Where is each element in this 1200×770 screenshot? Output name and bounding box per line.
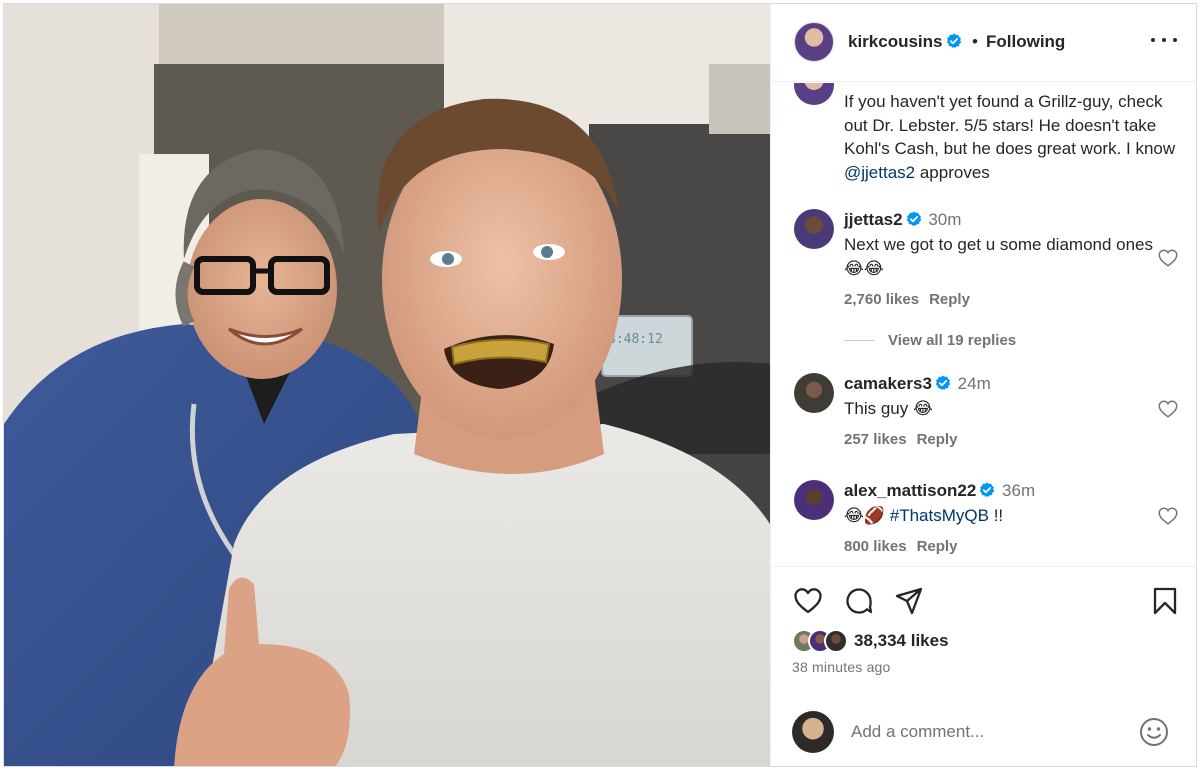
comment-meta: 2,760 likes Reply — [844, 291, 970, 308]
post-timestamp[interactable]: 38 minutes ago — [792, 659, 891, 675]
verified-icon — [935, 375, 951, 390]
bookmark-icon[interactable] — [1149, 585, 1181, 617]
comment-text: This guy 😂 — [844, 399, 933, 418]
comment-time[interactable]: 30m — [928, 210, 961, 229]
post-caption: If you haven't yet found a Grillz-guy, c… — [844, 90, 1184, 184]
post-photo[interactable]: 3:48:12 — [4, 4, 770, 766]
commenter-username[interactable]: jjettas2 — [844, 210, 903, 229]
comments-list[interactable]: If you haven't yet found a Grillz-guy, c… — [771, 83, 1196, 565]
comment-time[interactable]: 36m — [1002, 481, 1035, 500]
comment-time[interactable]: 24m — [958, 374, 991, 393]
comment-text: Next we got to get u some diamond ones😂😂 — [844, 235, 1154, 278]
comment-meta: 257 likes Reply — [844, 431, 957, 448]
emoji-icon[interactable] — [1139, 717, 1169, 747]
like-comment-heart-icon[interactable] — [1157, 505, 1179, 527]
likes-count[interactable]: 38,334 likes — [854, 631, 949, 651]
comment-emoji: 😂🏈 — [844, 506, 890, 525]
reply-button[interactable]: Reply — [929, 291, 970, 308]
comment-icon[interactable] — [843, 585, 875, 617]
comment-text: 😂🏈 #ThatsMyQB !! — [844, 504, 1154, 528]
view-replies-button[interactable]: View all 19 replies — [844, 332, 1016, 349]
commenter-avatar[interactable] — [794, 209, 834, 249]
post-side-panel: kirkcousins • Following If you haven't y… — [770, 4, 1196, 766]
author-username-row[interactable]: kirkcousins — [848, 32, 962, 52]
commenter-username[interactable]: camakers3 — [844, 374, 932, 393]
verified-icon — [906, 211, 921, 226]
hashtag-link[interactable]: #ThatsMyQB — [890, 506, 989, 525]
more-options-icon[interactable] — [1151, 30, 1177, 50]
reply-button[interactable]: Reply — [917, 431, 958, 448]
like-comment-heart-icon[interactable] — [1157, 247, 1179, 269]
post-modal: 3:48:12 kirkcousins • Following If you h… — [3, 3, 1197, 767]
caption-text-end: approves — [915, 162, 990, 182]
comment-header: jjettas2 30m — [844, 210, 961, 230]
likes-row[interactable]: 38,334 likes — [792, 627, 949, 655]
verified-icon — [946, 33, 961, 48]
author-username[interactable]: kirkcousins — [848, 32, 943, 51]
like-comment-heart-icon[interactable] — [1157, 398, 1179, 420]
add-comment-bar: Add a comment... — [771, 707, 1196, 766]
comment-header: alex_mattison22 36m — [844, 481, 1035, 501]
author-avatar[interactable] — [794, 22, 834, 62]
caption-mention-link[interactable]: @jjettas2 — [844, 163, 915, 182]
replies-divider — [844, 340, 874, 341]
comment-likes[interactable]: 800 likes — [844, 538, 907, 555]
comment-header: camakers3 24m — [844, 374, 991, 394]
commenter-username[interactable]: alex_mattison22 — [844, 481, 976, 500]
post-header: kirkcousins • Following — [771, 4, 1196, 82]
current-user-avatar — [792, 711, 834, 753]
comment-input[interactable]: Add a comment... — [851, 722, 984, 742]
verified-icon — [980, 482, 995, 497]
photo-illustration: 3:48:12 — [4, 4, 770, 766]
view-replies-label[interactable]: View all 19 replies — [888, 332, 1016, 349]
comment-likes[interactable]: 2,760 likes — [844, 291, 919, 308]
following-button[interactable]: Following — [986, 32, 1065, 52]
caption-author-avatar[interactable] — [794, 83, 834, 105]
comment-text-end: !! — [988, 506, 1004, 525]
comment-likes[interactable]: 257 likes — [844, 431, 907, 448]
photo-clock: 3:48:12 — [608, 332, 663, 347]
commenter-avatar[interactable] — [794, 373, 834, 413]
commenter-avatar[interactable] — [794, 480, 834, 520]
share-icon[interactable] — [893, 585, 925, 617]
caption-text: If you haven't yet found a Grillz-guy, c… — [844, 92, 1176, 158]
reply-button[interactable]: Reply — [917, 538, 958, 555]
liker-avatar — [824, 629, 848, 653]
separator-dot: • — [972, 32, 978, 51]
comment-meta: 800 likes Reply — [844, 538, 957, 555]
heart-icon[interactable] — [792, 585, 824, 617]
post-actions: 38,334 likes 38 minutes ago Add a commen… — [771, 566, 1196, 766]
